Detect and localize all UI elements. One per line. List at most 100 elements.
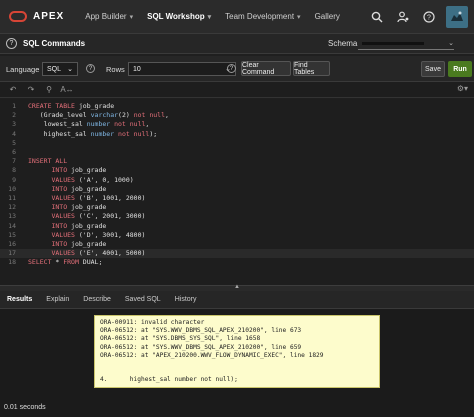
format-icon[interactable]: A↔ (58, 85, 76, 94)
tab-history[interactable]: History (168, 291, 204, 309)
code-token: ('A', 0, 1000) (74, 175, 134, 184)
save-button[interactable]: Save (421, 61, 445, 77)
line-number: 7 (12, 157, 16, 166)
code-text: VALUES ('D', 3001, 4800) (28, 231, 145, 240)
line-number: 9 (12, 175, 16, 184)
code-token: job_grade (67, 203, 107, 212)
chevron-down-icon: ▾ (207, 13, 212, 21)
code-token: VALUES (51, 175, 75, 184)
code-line[interactable]: 16 INTO job_grade (0, 240, 474, 249)
line-number: 13 (8, 212, 16, 221)
code-text: CREATE TABLE job_grade (28, 102, 114, 111)
code-text: INTO job_grade (28, 185, 106, 194)
line-number: 4 (12, 129, 16, 138)
code-line[interactable]: 1 CREATE TABLE job_grade (0, 102, 474, 111)
code-token: VALUES (51, 249, 75, 258)
error-line: ORA-06512: at "SYS.WWV_DBMS_SQL_APEX_210… (100, 327, 302, 335)
main-nav: App Builder ▾ SQL Workshop ▾ Team Developm… (78, 0, 347, 34)
schema-select[interactable]: ⌄ (358, 37, 454, 50)
code-line[interactable]: 3 lowest_sal number not null, (0, 120, 474, 129)
tab-results[interactable]: Results (0, 291, 39, 309)
code-text: SELECT * FROM DUAL; (28, 258, 102, 267)
nav-app-builder[interactable]: App Builder ▾ (78, 0, 140, 34)
code-line[interactable]: 13 VALUES ('C', 2001, 3000) (0, 212, 474, 221)
code-token: FROM (63, 258, 79, 267)
code-line[interactable]: 4 highest_sal number not null); (0, 130, 474, 139)
language-label: Language (6, 65, 40, 74)
rows-help-icon[interactable]: ? (227, 64, 236, 73)
code-token: INSERT ALL (28, 157, 68, 166)
brand-name[interactable]: APEX (33, 11, 64, 22)
code-line[interactable]: 15 VALUES ('D', 3001, 4800) (0, 231, 474, 240)
code-token: ); (149, 129, 158, 138)
undo-icon[interactable]: ↶ (4, 85, 22, 94)
code-text: VALUES ('A', 0, 1000) (28, 175, 134, 185)
clear-command-button[interactable]: Clear Command (241, 61, 291, 76)
error-message-box: ORA-00911: invalid character ORA-06512: a… (94, 315, 380, 388)
tab-saved-sql[interactable]: Saved SQL (118, 291, 168, 309)
code-token: job_grade (74, 102, 115, 110)
redo-icon[interactable]: ↷ (22, 85, 40, 94)
nav-team-development[interactable]: Team Development ▾ (218, 0, 307, 34)
language-help-icon[interactable]: ? (86, 64, 95, 73)
gear-icon[interactable]: ⚙▾ (457, 84, 468, 93)
code-line[interactable]: 8 INTO job_grade (0, 166, 474, 175)
help-icon[interactable]: ? (416, 4, 442, 30)
code-line[interactable]: 12 INTO job_grade (0, 203, 474, 212)
collapse-arrow-icon[interactable]: ▲ (234, 284, 240, 290)
code-token: INTO (51, 166, 68, 175)
nav-app-builder-label: App Builder (85, 12, 127, 21)
code-token: * (51, 258, 64, 267)
nav-sql-workshop-label: SQL Workshop (147, 12, 205, 21)
find-tables-button[interactable]: Find Tables (293, 61, 330, 76)
code-line[interactable]: 9 VALUES ('A', 0, 1000) (0, 176, 474, 185)
code-line[interactable]: 7 INSERT ALL (0, 157, 474, 166)
page-title: SQL Commands (23, 39, 86, 48)
code-token: , (165, 111, 169, 120)
line-number: 14 (8, 221, 16, 230)
code-line[interactable]: 14 INTO job_grade (0, 222, 474, 231)
code-line[interactable]: 6 (0, 148, 474, 157)
line-number: 17 (8, 249, 16, 258)
code-text: INTO job_grade (28, 240, 106, 249)
code-line[interactable]: 10 INTO job_grade (0, 185, 474, 194)
search-icon[interactable] (364, 4, 390, 30)
code-line[interactable]: 18 SELECT * FROM DUAL; (0, 258, 474, 267)
rows-label: Rows (106, 65, 125, 74)
code-text: lowest_sal number not null, (28, 120, 150, 129)
language-select[interactable]: SQL ⌄ (42, 62, 78, 76)
code-token: CREATE TABLE (28, 102, 75, 110)
code-line[interactable]: 17 VALUES ('E', 4001, 5000) (0, 249, 474, 259)
user-gear-icon[interactable] (390, 4, 416, 30)
code-editor[interactable]: 1 CREATE TABLE job_grade 2 (Grade_level va… (0, 99, 474, 285)
code-token: number (90, 129, 115, 138)
code-line[interactable]: 5 (0, 139, 474, 148)
code-token: lowest_sal (28, 120, 87, 129)
code-line[interactable]: 2 (Grade_level varchar(2) not null, (0, 111, 474, 120)
code-line[interactable]: 11 VALUES ('B', 1001, 2000) (0, 194, 474, 203)
nav-gallery[interactable]: Gallery (308, 0, 347, 34)
nav-icon-group: ? (364, 0, 474, 34)
nav-sql-workshop[interactable]: SQL Workshop ▾ (140, 0, 218, 34)
code-token: not null (118, 129, 150, 138)
tab-describe[interactable]: Describe (76, 291, 118, 309)
code-text: INTO job_grade (28, 203, 106, 212)
tab-explain[interactable]: Explain (39, 291, 76, 309)
line-number: 8 (12, 166, 16, 175)
oracle-logo-icon[interactable] (9, 11, 27, 22)
avatar[interactable] (446, 6, 468, 28)
find-icon[interactable]: ⚲ (40, 85, 58, 94)
results-panel: ORA-00911: invalid character ORA-06512: a… (0, 309, 474, 417)
page-help-icon[interactable]: ? (6, 38, 17, 49)
language-select-value: SQL (47, 65, 62, 73)
run-button[interactable]: Run (448, 61, 472, 77)
redacted-schema-value (362, 41, 424, 45)
rows-select[interactable]: 10 ⌄ (128, 62, 236, 76)
code-token: number (86, 120, 111, 129)
